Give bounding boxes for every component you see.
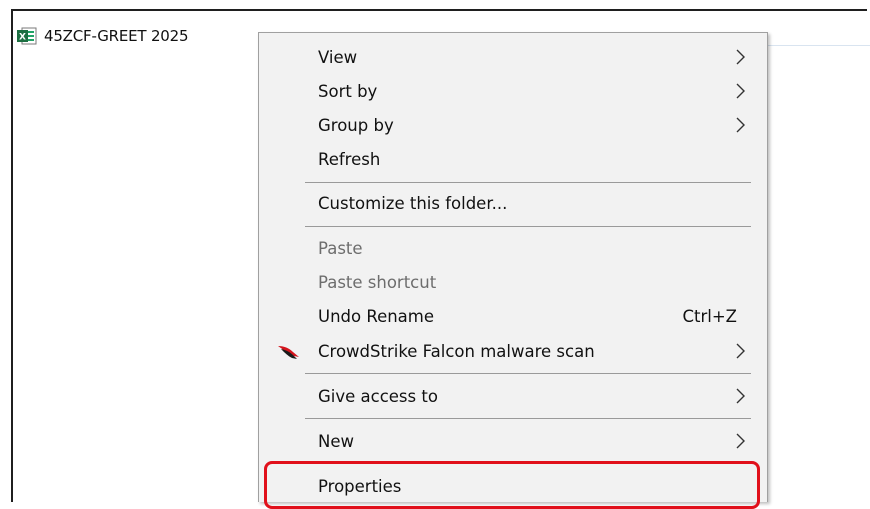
menu-item-label: CrowdStrike Falcon malware scan	[318, 341, 595, 361]
chevron-right-icon	[731, 342, 749, 360]
menu-item-label: Paste shortcut	[318, 272, 437, 292]
menu-item-group-by[interactable]: Group by	[259, 108, 767, 142]
menu-item-sort-by[interactable]: Sort by	[259, 74, 767, 108]
menu-item-label: View	[318, 47, 358, 67]
menu-item-refresh[interactable]: Refresh	[259, 142, 767, 176]
menu-separator	[305, 226, 751, 227]
crowdstrike-falcon-icon	[277, 343, 303, 361]
menu-item-label: Refresh	[318, 149, 381, 169]
menu-item-crowdstrike-scan[interactable]: CrowdStrike Falcon malware scan	[259, 334, 767, 368]
context-menu: View Sort by Group by Refresh Customize …	[258, 32, 768, 502]
menu-item-give-access[interactable]: Give access to	[259, 379, 767, 413]
shortcut-text: Ctrl+Z	[682, 306, 738, 326]
file-name: 45ZCF-GREET 2025	[44, 27, 189, 45]
file-item[interactable]: X 45ZCF-GREET 2025	[16, 24, 189, 48]
menu-item-label: Give access to	[318, 386, 438, 406]
menu-separator	[305, 418, 751, 419]
menu-item-label: New	[318, 431, 354, 451]
menu-item-new[interactable]: New	[259, 424, 767, 458]
chevron-right-icon	[731, 432, 749, 450]
menu-item-label: Group by	[318, 115, 394, 135]
menu-item-label: Undo Rename	[318, 306, 435, 326]
menu-item-label: Customize this folder...	[318, 193, 508, 213]
chevron-right-icon	[731, 82, 749, 100]
menu-item-label: Sort by	[318, 81, 378, 101]
chevron-right-icon	[731, 387, 749, 405]
menu-separator	[305, 373, 751, 374]
menu-item-label: Paste	[318, 238, 363, 258]
menu-item-paste[interactable]: Paste	[259, 231, 767, 265]
chevron-right-icon	[731, 48, 749, 66]
menu-item-paste-shortcut[interactable]: Paste shortcut	[259, 265, 767, 299]
svg-text:X: X	[19, 33, 26, 43]
menu-separator	[305, 182, 751, 183]
menu-item-view[interactable]: View	[259, 40, 767, 74]
menu-item-undo-rename[interactable]: Undo Rename Ctrl+Z	[259, 299, 767, 333]
excel-file-icon: X	[16, 26, 38, 46]
menu-item-customize-folder[interactable]: Customize this folder...	[259, 186, 767, 220]
column-header-line	[768, 45, 870, 46]
chevron-right-icon	[731, 116, 749, 134]
